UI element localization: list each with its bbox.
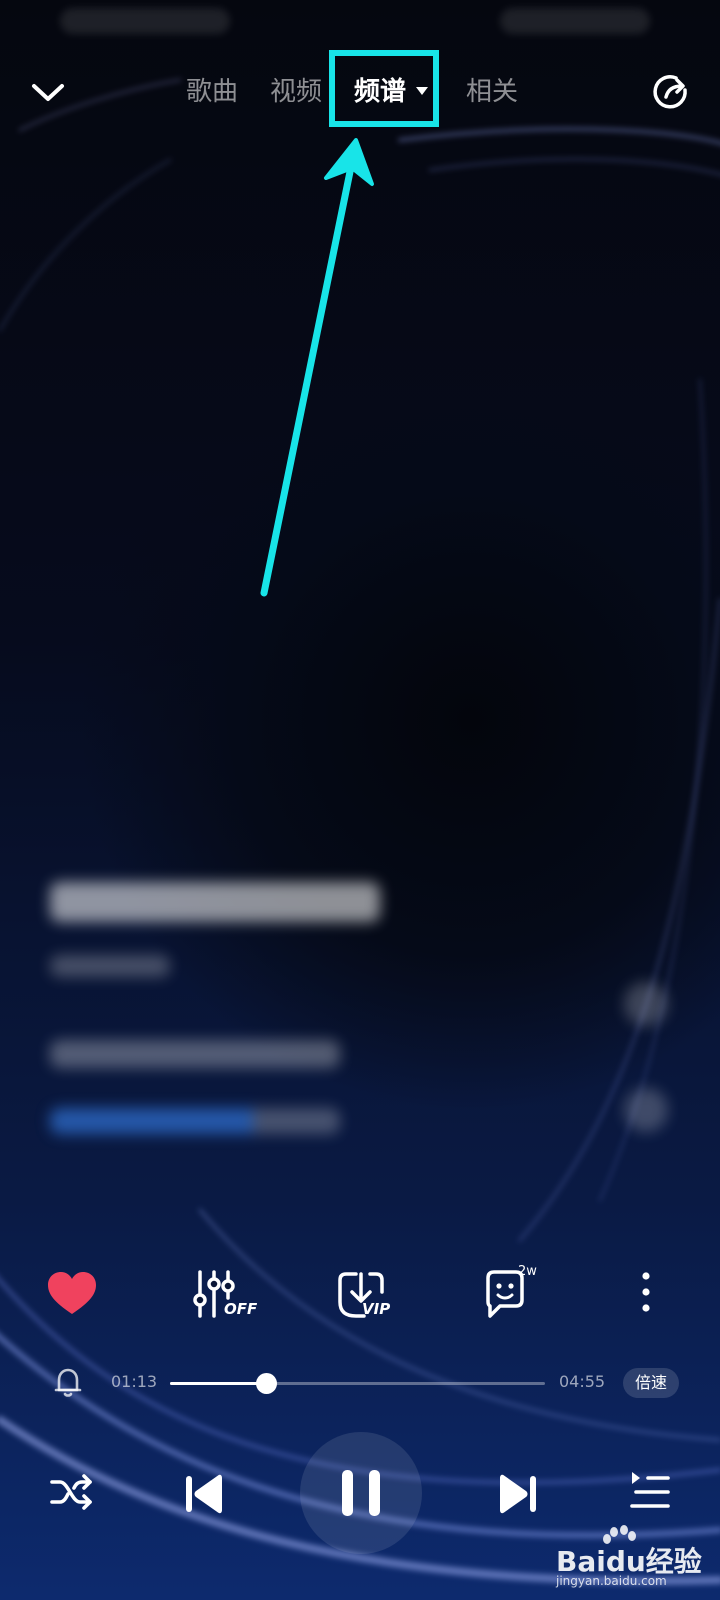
background-swirl [0,78,720,1585]
lyric-line-highlight-blurred [50,1108,340,1134]
shuffle-button[interactable] [40,1460,104,1524]
singer-blurred [50,955,170,977]
sound-effects-button[interactable]: OFF [190,1262,258,1326]
bell-icon [54,1368,82,1397]
progress-fill [170,1382,266,1385]
progress-slider[interactable] [170,1373,545,1394]
next-icon [500,1474,536,1514]
pause-icon [342,1470,380,1516]
side-button-blurred-2 [624,1088,668,1132]
previous-button[interactable] [174,1462,238,1526]
current-time: 01:13 [111,1372,158,1391]
comment-count-badge: 2w [518,1264,537,1279]
status-bar-right-blur [500,8,650,34]
side-button-blurred [624,982,668,1026]
playlist-icon [630,1472,670,1508]
tab-song[interactable]: 歌曲 [186,70,238,114]
progress-knob[interactable] [255,1373,277,1394]
song-title-blurred [50,882,380,922]
like-button[interactable] [40,1262,104,1326]
tab-related[interactable]: 相关 [466,70,518,114]
tab-video[interactable]: 视频 [270,70,322,114]
previous-icon [186,1474,222,1514]
pause-button[interactable] [300,1432,422,1554]
share-icon [653,75,687,109]
alarm-button[interactable] [50,1364,86,1400]
more-icon [642,1272,650,1312]
more-button[interactable] [614,1262,678,1326]
effects-badge: OFF [224,1300,258,1318]
download-badge: VIP [362,1300,391,1318]
shuffle-icon [50,1474,92,1510]
playlist-button[interactable] [618,1460,682,1524]
next-button[interactable] [484,1462,548,1526]
total-time: 04:55 [559,1372,606,1391]
watermark-url: jingyan.baidu.com [556,1574,667,1588]
download-button[interactable]: VIP [334,1262,398,1326]
share-button[interactable] [648,70,692,114]
speed-button[interactable]: 倍速 [623,1368,679,1398]
status-bar-left-blur [60,8,230,34]
highlight-box [329,50,439,127]
lyric-line-blurred [50,1040,340,1068]
heart-icon [48,1272,96,1314]
